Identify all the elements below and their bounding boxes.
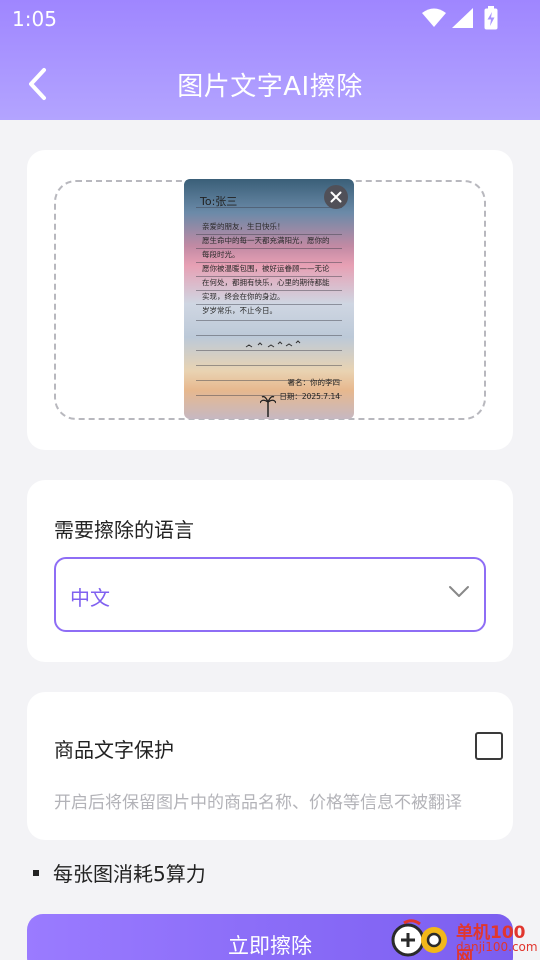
letter-rule [196, 335, 342, 336]
letter-date: 日期：2025.7.14 [279, 392, 340, 401]
letter-rule [196, 262, 342, 263]
status-time: 1:05 [12, 7, 57, 31]
close-icon [330, 191, 342, 203]
cost-note-text: 每张图消耗5算力 [53, 862, 206, 886]
product-text-protect-card: 商品文字保护 开启后将保留图片中的商品名称、价格等信息不被翻译 [27, 692, 513, 840]
letter-rule [196, 234, 342, 235]
status-icons [422, 6, 502, 30]
remove-image-button[interactable] [324, 185, 348, 209]
birds-graphic [245, 340, 301, 348]
letter-rule [196, 290, 342, 291]
letter-rule [196, 320, 342, 321]
letter-line: 愿你被温暖包围，被好运眷顾——无论 [202, 264, 330, 273]
letter-line: 岁岁常乐，不止今日。 [202, 306, 277, 315]
image-card: To:张三 亲爱的朋友，生日快乐！ 愿生命中的每一天都充满阳光，愿你的 每段时光… [27, 150, 513, 450]
page-title: 图片文字AI擦除 [177, 72, 363, 102]
letter-line: 每段时光。 [202, 250, 240, 259]
watermark-url: danji100.com [456, 940, 538, 954]
letter-rule [196, 276, 342, 277]
letter-signature: 署名：你的李四 [287, 378, 341, 387]
uploaded-image: To:张三 亲爱的朋友，生日快乐！ 愿生命中的每一天都充满阳光，愿你的 每段时光… [184, 179, 354, 419]
letter-rule [196, 304, 342, 305]
wifi-icon [422, 8, 446, 27]
letter-rule [196, 207, 342, 208]
letter-line: 愿生命中的每一天都充满阳光，愿你的 [202, 236, 330, 245]
language-select[interactable]: 中文 [54, 557, 486, 632]
letter-line: 亲爱的朋友，生日快乐！ [202, 222, 285, 231]
letter-line: 实现，终会在你的身边。 [202, 292, 285, 301]
language-selected-value: 中文 [70, 586, 110, 610]
letter-line: 在何处，都拥有快乐，心里的期待都能 [202, 278, 330, 287]
chevron-down-icon [449, 586, 469, 597]
product-text-protect-checkbox[interactable] [475, 732, 503, 760]
nav-bar: 图片文字AI擦除 [0, 48, 540, 120]
product-text-protect-description: 开启后将保留图片中的商品名称、价格等信息不被翻译 [54, 793, 462, 813]
status-bar: 1:05 [0, 0, 540, 36]
watermark: 单机100网 danji100.com [390, 916, 540, 960]
watermark-logo-icon [391, 919, 447, 957]
header: 1:05 图片文字AI擦除 [0, 0, 540, 120]
battery-charging-icon [484, 6, 498, 30]
bullet-icon [33, 869, 39, 876]
language-card: 需要擦除的语言 中文 [27, 480, 513, 662]
letter-rule [196, 248, 342, 249]
letter-rule [196, 365, 342, 366]
signal-icon [452, 8, 473, 28]
product-text-protect-label: 商品文字保护 [54, 738, 174, 762]
language-label: 需要擦除的语言 [54, 518, 194, 542]
cost-note: 每张图消耗5算力 [33, 858, 206, 887]
palm-tree-graphic [260, 395, 276, 417]
